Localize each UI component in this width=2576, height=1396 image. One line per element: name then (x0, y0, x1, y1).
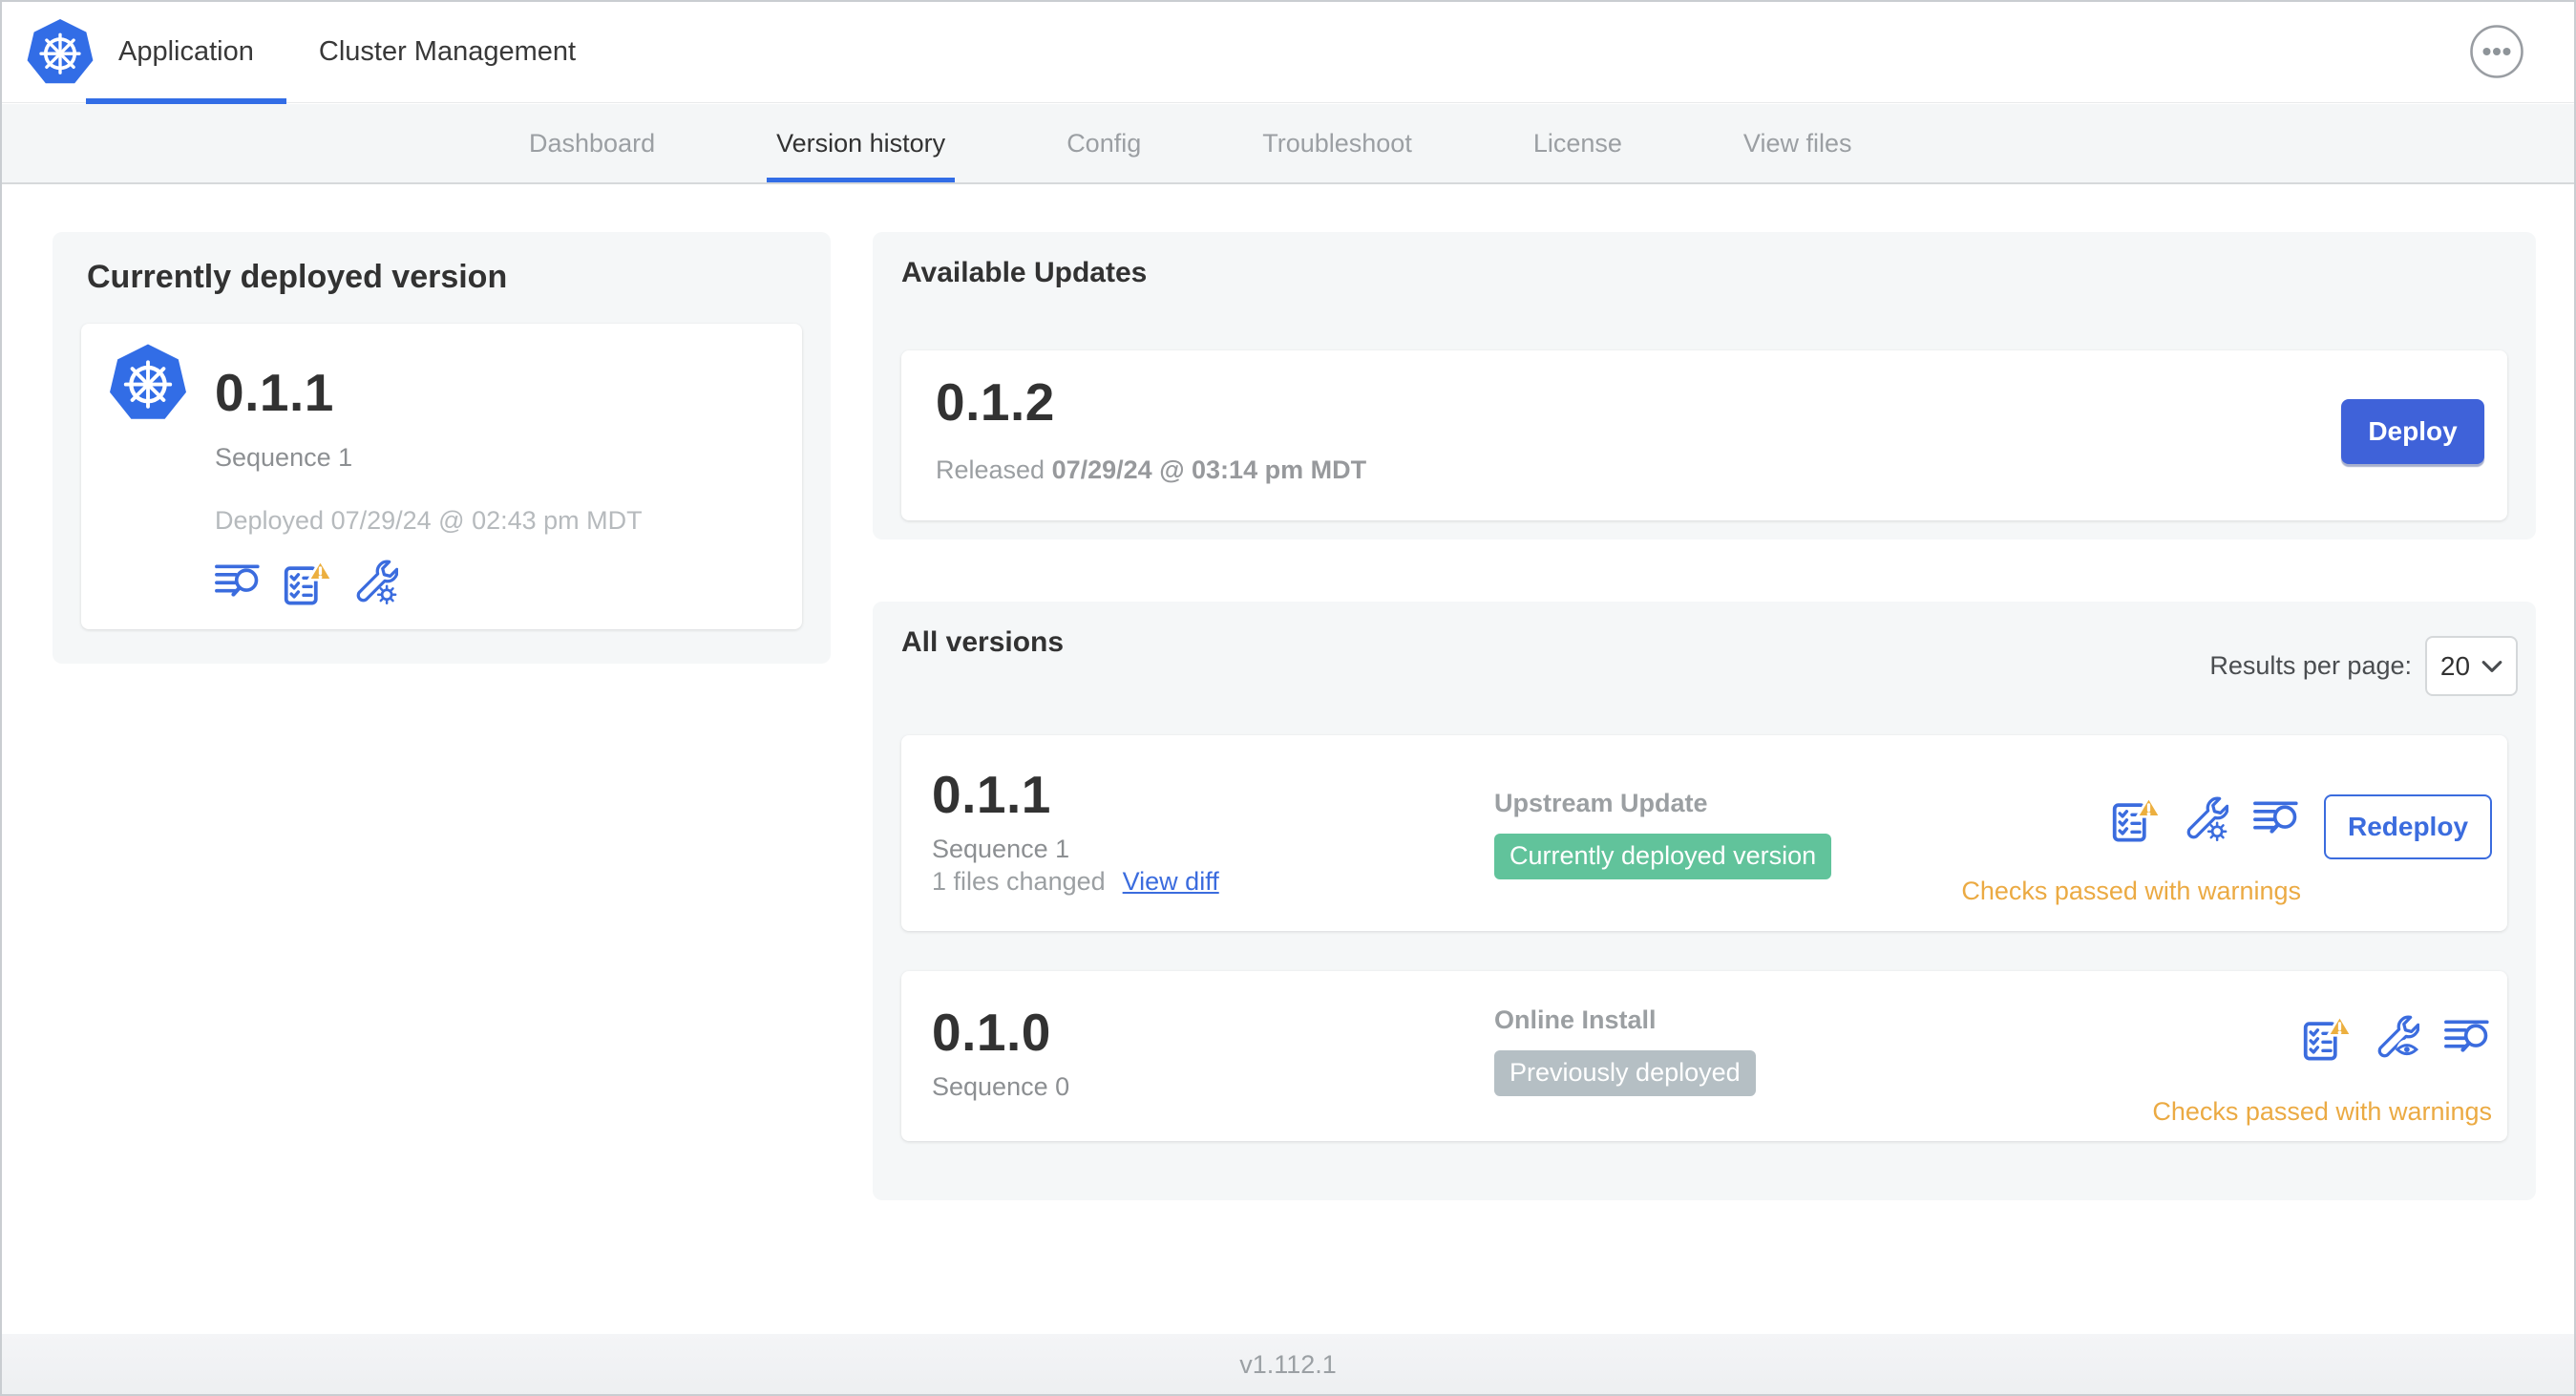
footer: v1.112.1 (0, 1334, 2576, 1396)
chevron-down-icon (2481, 660, 2502, 672)
version-source: Online Install (1494, 1005, 1657, 1034)
version-actions (2110, 794, 2301, 842)
tab-application[interactable]: Application (86, 0, 286, 104)
view-diff-link[interactable]: View diff (1123, 867, 1219, 897)
preflight-checks-warning-icon[interactable] (2301, 1013, 2353, 1061)
app-subnav: Dashboard Version history Config Trouble… (0, 104, 2576, 184)
diff-icon[interactable] (2442, 1013, 2492, 1061)
files-changed-label: 1 files changed (932, 867, 1106, 896)
config-gear-icon[interactable] (350, 558, 400, 605)
deploy-button[interactable]: Deploy (2341, 399, 2484, 464)
version-row-0-1-0: 0.1.0 Sequence 0 Online Install Previous… (901, 971, 2507, 1141)
status-badge: Previously deployed (1494, 1050, 1756, 1096)
released-prefix: Released (936, 455, 1045, 484)
diff-icon[interactable] (2251, 794, 2301, 842)
top-navigation-bar: Application Cluster Management (0, 0, 2576, 104)
row-sequence: Sequence 0 (932, 1072, 1070, 1101)
row-version-number: 0.1.1 (932, 765, 1051, 824)
deployed-sequence: Sequence 1 (215, 443, 353, 472)
app-tabs: Application Cluster Management (86, 0, 608, 104)
config-view-icon[interactable] (2372, 1013, 2421, 1061)
row-sequence: Sequence 1 (932, 835, 1070, 863)
results-per-page-label: Results per page: (2209, 651, 2412, 680)
tab-cluster-management[interactable]: Cluster Management (286, 0, 608, 103)
kubernetes-logo-icon (25, 15, 95, 88)
version-row-0-1-1: 0.1.1 Sequence 1 1 files changed View di… (901, 735, 2507, 931)
update-card: 0.1.2 Released 07/29/24 @ 03:14 pm MDT D… (901, 350, 2507, 520)
available-updates-title: Available Updates (901, 257, 1148, 288)
preflight-status-text: Checks passed with warnings (1961, 877, 2301, 905)
preflight-status-text: Checks passed with warnings (2152, 1097, 2492, 1126)
console-version: v1.112.1 (1239, 1350, 1337, 1379)
tab-dashboard[interactable]: Dashboard (529, 104, 655, 182)
update-version-number: 0.1.2 (936, 372, 1055, 432)
all-versions-title: All versions (901, 626, 1065, 658)
files-changed-row: 1 files changed View diff (932, 867, 1219, 897)
config-gear-icon[interactable] (2181, 794, 2230, 842)
version-source: Upstream Update (1494, 789, 1708, 817)
tab-cluster-management-label: Cluster Management (318, 35, 577, 67)
version-actions (2301, 1013, 2492, 1061)
currently-deployed-title: Currently deployed version (87, 259, 508, 295)
released-date: 07/29/24 @ 03:14 pm MDT (1051, 455, 1367, 484)
redeploy-button[interactable]: Redeploy (2324, 794, 2492, 859)
row-version-number: 0.1.0 (932, 1003, 1051, 1062)
status-badge: Currently deployed version (1494, 834, 1832, 879)
version-source-column: Online Install Previously deployed (1494, 1005, 1756, 1096)
deployed-version-card: 0.1.1 Sequence 1 Deployed 07/29/24 @ 02:… (81, 324, 802, 629)
preflight-checks-warning-icon[interactable] (282, 558, 333, 605)
diff-icon[interactable] (213, 558, 263, 605)
tab-license[interactable]: License (1533, 104, 1622, 182)
tab-view-files[interactable]: View files (1743, 104, 1852, 182)
tab-config[interactable]: Config (1066, 104, 1141, 182)
tab-version-history[interactable]: Version history (767, 104, 956, 182)
deployed-timestamp: Deployed 07/29/24 @ 02:43 pm MDT (215, 506, 643, 535)
results-per-page-value: 20 (2439, 650, 2471, 681)
results-per-page: Results per page: 20 (2209, 636, 2518, 696)
kubernetes-app-icon (107, 340, 189, 424)
deployed-actions (213, 558, 400, 605)
all-versions-panel: All versions Results per page: 20 0.1.1 … (873, 602, 2536, 1200)
update-released-line: Released 07/29/24 @ 03:14 pm MDT (936, 455, 1366, 485)
overflow-menu-button[interactable] (2469, 24, 2524, 79)
tab-application-label: Application (118, 35, 254, 67)
currently-deployed-panel: Currently deployed version 0.1.1 Sequenc… (53, 232, 831, 664)
available-updates-panel: Available Updates 0.1.2 Released 07/29/2… (873, 232, 2536, 539)
tab-troubleshoot[interactable]: Troubleshoot (1262, 104, 1412, 182)
results-per-page-select[interactable]: 20 (2425, 636, 2518, 696)
deployed-version-number: 0.1.1 (215, 363, 334, 422)
preflight-checks-warning-icon[interactable] (2110, 794, 2162, 842)
version-source-column: Upstream Update Currently deployed versi… (1494, 789, 1832, 879)
